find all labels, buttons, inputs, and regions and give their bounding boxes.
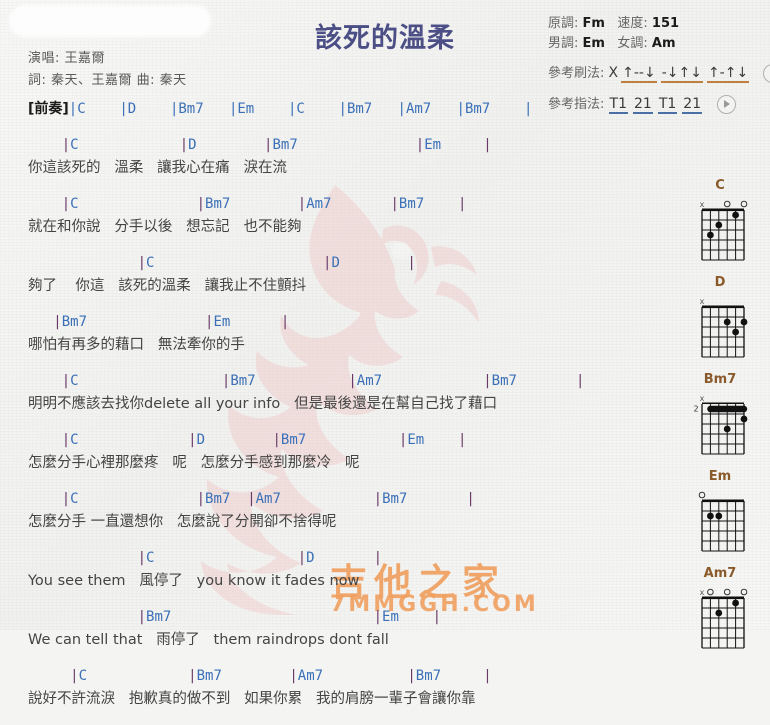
lyric-stanza: |C |Bm7 |Am7 |Bm7 | 說好不許流淚 抱歉真的做不到 如果你累 我…	[28, 666, 668, 711]
chord-diagram-bm7[interactable]: Bm7 x 2	[676, 372, 764, 462]
lyric-stanza: |C |D | 夠了 你這 該死的溫柔 讓我止不住顫抖	[28, 253, 668, 298]
finger-group-3: T1	[657, 96, 678, 114]
lyric-row: We can tell that 雨停了 them raindrops dont…	[28, 632, 389, 648]
finger-group-2: 21	[633, 96, 653, 114]
strum-pattern-label: 參考刷法:	[548, 66, 605, 81]
svg-text:2: 2	[693, 405, 698, 414]
play-fingerstyle-button[interactable]	[717, 95, 737, 114]
chord-grid	[676, 485, 764, 557]
lyric-stanza: |C |D |Bm7 |Em | 怎麼分手心裡那麼疼 呢 怎麼分手感到那麼冷 呢	[28, 430, 668, 475]
fingerstyle-pattern: T1 21 T1 21	[608, 96, 708, 114]
original-key-value: Fm	[582, 16, 605, 31]
meta-strum-pattern-row: 參考刷法: X ↑--↓ -↓↑↓ ↑-↑↓	[548, 62, 770, 83]
chord-grid: x	[676, 194, 764, 266]
credit-writer: 詞: 秦天、王嘉爾 曲: 秦天	[28, 73, 187, 88]
svg-text:x: x	[700, 297, 705, 306]
svg-text:x: x	[700, 588, 705, 597]
chord-diagram-name: C	[715, 178, 725, 193]
lyric-stanza: |C |Bm7 |Am7 |Bm7 | 就在和你說 分手以後 想忘記 也不能夠	[28, 194, 668, 239]
chord-row: |C |Bm7 |Am7 |Bm7 |	[61, 196, 467, 212]
lyric-stanza: |C |Bm7 |Am7 |Bm7 | 怎麼分手 一直還想你 怎麼說了分開卻不捨得…	[28, 489, 668, 534]
lyric-body: |C |D |Bm7 |Em | 你這該死的 溫柔 讓我心在痛 淚在流 |C |B…	[28, 135, 668, 725]
strum-x: X	[608, 65, 619, 81]
tempo-value: 151	[651, 16, 680, 31]
strum-group-1: ↑--↓	[621, 65, 657, 83]
chord-grid: x	[676, 582, 764, 654]
lyric-stanza: |C |D |Bm7 |Em | 你這該死的 溫柔 讓我心在痛 淚在流	[28, 135, 668, 180]
tempo-label: 速度:	[617, 16, 648, 31]
chord-row: |C |D |	[137, 255, 416, 271]
chord-grid: x	[676, 291, 764, 363]
chord-row: |C |D |Bm7 |Em |	[61, 432, 467, 448]
lyric-row: 明明不應該去找你delete all your info 但是最後還是在幫自己找…	[28, 396, 498, 412]
female-key-label: 女調:	[617, 36, 648, 51]
intro-line: [前奏]|C |D |Bm7 |Em |C |Bm7 |Am7 |Bm7 |	[28, 98, 532, 118]
lyric-row: 就在和你說 分手以後 想忘記 也不能夠	[28, 219, 302, 235]
chord-diagram-name: D	[714, 275, 726, 290]
lyric-row: 你這該死的 溫柔 讓我心在痛 淚在流	[28, 160, 287, 176]
finger-group-4: 21	[682, 96, 703, 114]
chord-row: |C |D |Bm7 |Em |	[61, 137, 492, 153]
lyric-stanza: |C |D | You see them 風停了 you know it fade…	[28, 548, 668, 593]
strum-group-3: ↑-↑↓	[706, 65, 750, 83]
intro-label: [前奏]	[28, 101, 69, 117]
play-strum-button[interactable]	[763, 64, 770, 83]
lyric-row: You see them 風停了 you know it fades now	[28, 573, 360, 589]
meta-transpose-row: 男調: Em 女調: Am	[548, 32, 676, 51]
female-key-value: Am	[651, 36, 676, 51]
male-key-label: 男調:	[548, 36, 579, 51]
lyric-row: 怎麼分手心裡那麼疼 呢 怎麼分手感到那麼冷 呢	[28, 455, 360, 471]
chord-diagram-name: Bm7	[703, 372, 737, 387]
chord-diagram-em[interactable]: Em	[676, 469, 764, 559]
chord-diagram-name: Am7	[703, 566, 737, 581]
meta-original-key-row: 原調: Fm 速度: 151	[548, 12, 679, 31]
lyric-row: 夠了 你這 該死的溫柔 讓我止不住顫抖	[28, 278, 307, 294]
lyric-row: 說好不許流淚 抱歉真的做不到 如果你累 我的肩膀一輩子會讓你靠	[28, 691, 476, 707]
strum-pattern: X ↑--↓ -↓↑↓ ↑-↑↓	[609, 65, 754, 83]
meta-fingerstyle-row: 參考指法: T1 21 T1 21	[548, 93, 737, 114]
credit-singer: 演唱: 王嘉爾	[28, 51, 106, 66]
lyric-row: 怎麼分手 一直還想你 怎麼說了分開卻不捨得呢	[28, 514, 337, 530]
strum-group-2: -↓↑↓	[660, 65, 703, 83]
finger-group-1: T1	[608, 96, 628, 114]
intro-chords: |C |D |Bm7 |Em |C |Bm7 |Am7 |Bm7 |	[68, 101, 533, 117]
chord-diagram-am7[interactable]: Am7 x	[676, 566, 764, 656]
fingerstyle-label: 參考指法:	[548, 97, 605, 112]
male-key-value: Em	[582, 36, 605, 51]
chord-row: |C |Bm7 |Am7 |Bm7 |	[61, 373, 585, 389]
original-key-label: 原調:	[548, 16, 579, 31]
lyric-stanza: |C |Bm7 |Am7 |Bm7 | 明明不應該去找你delete all yo…	[28, 371, 668, 416]
lyric-row: 哪怕有再多的藉口 無法牽你的手	[28, 337, 245, 353]
chord-diagram-panel: Cx Dx Bm7 x 2 Em Am7 x	[676, 178, 764, 663]
chord-grid: x2	[676, 388, 764, 460]
chord-row: |Bm7 |Em |	[137, 609, 442, 625]
chord-diagram-d[interactable]: Dx	[676, 275, 764, 365]
chord-diagram-c[interactable]: Cx	[676, 178, 764, 268]
svg-text:x: x	[700, 394, 705, 403]
chord-row: |C |Bm7 |Am7 |Bm7 |	[61, 491, 475, 507]
svg-text:x: x	[700, 200, 705, 209]
lyric-stanza: |Bm7 |Em | 哪怕有再多的藉口 無法牽你的手	[28, 312, 668, 357]
chord-row: |C |D |	[137, 550, 383, 566]
chord-row: |Bm7 |Em |	[53, 314, 290, 330]
chord-diagram-name: Em	[708, 469, 732, 484]
chord-row: |C |Bm7 |Am7 |Bm7 |	[70, 668, 492, 684]
